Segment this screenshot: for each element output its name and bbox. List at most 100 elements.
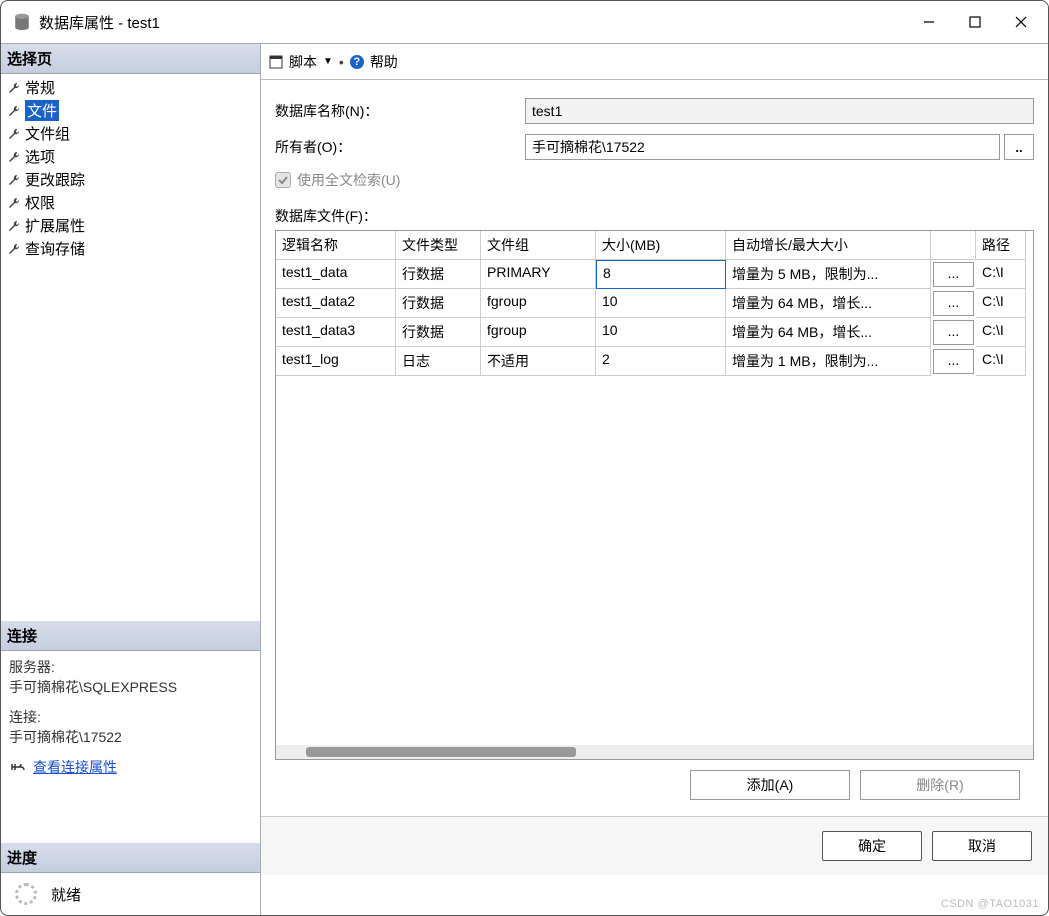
wrench-icon: [7, 173, 21, 187]
sidebar-page-item[interactable]: 文件组: [1, 122, 260, 145]
grid-cell[interactable]: fgroup: [481, 318, 596, 347]
grid-cell[interactable]: 行数据: [396, 289, 481, 318]
wrench-icon: [7, 242, 21, 256]
wrench-icon: [7, 196, 21, 210]
sidebar: 选择页 常规文件文件组选项更改跟踪权限扩展属性查询存储 连接 服务器: 手可摘棉…: [1, 44, 261, 915]
page-label: 选项: [25, 146, 55, 167]
maximize-button[interactable]: [952, 1, 998, 43]
script-icon: [269, 55, 283, 69]
grid-cell[interactable]: PRIMARY: [481, 260, 596, 289]
server-value: 手可摘棉花\SQLEXPRESS: [9, 677, 252, 697]
progress-header: 进度: [1, 843, 260, 873]
fulltext-checkbox: [275, 172, 291, 188]
close-button[interactable]: [998, 1, 1044, 43]
main-pane: 脚本 ▼ • ? 帮助 数据库名称(N)： test1 所有者(O)： 手可摘棉…: [261, 44, 1048, 915]
minimize-button[interactable]: [906, 1, 952, 43]
grid-cell[interactable]: 增量为 64 MB，增长...: [726, 318, 931, 347]
page-label: 扩展属性: [25, 215, 85, 236]
grid-cell[interactable]: 8: [596, 260, 726, 289]
growth-edit-button[interactable]: ...: [933, 349, 974, 374]
files-grid[interactable]: 逻辑名称文件类型文件组大小(MB)自动增长/最大大小 路径 test1_data行数…: [275, 230, 1034, 760]
files-label: 数据库文件(F)：: [275, 206, 1034, 226]
grid-header[interactable]: 文件类型: [396, 231, 481, 260]
grid-header[interactable]: 逻辑名称: [276, 231, 396, 260]
server-label: 服务器:: [9, 657, 252, 677]
pages-header: 选择页: [1, 44, 260, 74]
watermark: CSDN @TAO1031: [941, 898, 1039, 910]
grid-hscrollbar[interactable]: [276, 745, 1033, 759]
grid-header[interactable]: [931, 231, 976, 260]
owner-browse-button[interactable]: ..: [1004, 134, 1034, 160]
grid-cell[interactable]: 行数据: [396, 318, 481, 347]
grid-cell[interactable]: 日志: [396, 347, 481, 376]
page-label: 更改跟踪: [25, 169, 85, 190]
growth-edit-button[interactable]: ...: [933, 262, 974, 287]
pages-list: 常规文件文件组选项更改跟踪权限扩展属性查询存储: [1, 74, 260, 268]
grid-cell[interactable]: fgroup: [481, 289, 596, 318]
grid-header[interactable]: 文件组: [481, 231, 596, 260]
grid-cell[interactable]: 增量为 1 MB，限制为...: [726, 347, 931, 376]
grid-cell[interactable]: 增量为 64 MB，增长...: [726, 289, 931, 318]
ok-button[interactable]: 确定: [822, 831, 922, 861]
grid-cell[interactable]: C:\I: [976, 260, 1026, 289]
sidebar-page-item[interactable]: 权限: [1, 191, 260, 214]
owner-field[interactable]: 手可摘棉花\17522: [525, 134, 1000, 160]
wrench-icon: [7, 219, 21, 233]
dialog-window: 数据库属性 - test1 选择页 常规文件文件组选项更改跟踪权限扩展属性查询存…: [0, 0, 1049, 916]
conn-label: 连接:: [9, 707, 252, 727]
progress-text: 就绪: [51, 884, 81, 905]
grid-cell[interactable]: test1_log: [276, 347, 396, 376]
sidebar-page-item[interactable]: 扩展属性: [1, 214, 260, 237]
growth-edit-button[interactable]: ...: [933, 320, 974, 345]
help-icon: ?: [350, 55, 364, 69]
grid-cell[interactable]: 10: [596, 289, 726, 318]
grid-cell[interactable]: C:\I: [976, 289, 1026, 318]
spinner-icon: [15, 883, 37, 905]
grid-cell[interactable]: C:\I: [976, 318, 1026, 347]
page-label: 文件组: [25, 123, 70, 144]
grid-header[interactable]: 自动增长/最大大小: [726, 231, 931, 260]
help-button[interactable]: 帮助: [370, 52, 398, 72]
page-label: 文件: [25, 100, 59, 121]
plug-icon: [9, 760, 27, 774]
grid-cell[interactable]: 2: [596, 347, 726, 376]
script-button[interactable]: 脚本: [289, 52, 317, 72]
grid-cell[interactable]: test1_data2: [276, 289, 396, 318]
growth-edit-button[interactable]: ...: [933, 291, 974, 316]
toolbar: 脚本 ▼ • ? 帮助: [261, 44, 1048, 80]
grid-cell[interactable]: 增量为 5 MB，限制为...: [726, 260, 931, 289]
page-label: 常规: [25, 77, 55, 98]
cancel-button[interactable]: 取消: [932, 831, 1032, 861]
wrench-icon: [7, 104, 21, 118]
sidebar-page-item[interactable]: 选项: [1, 145, 260, 168]
grid-cell[interactable]: 行数据: [396, 260, 481, 289]
window-title: 数据库属性 - test1: [39, 12, 906, 33]
grid-header[interactable]: 大小(MB): [596, 231, 726, 260]
grid-cell[interactable]: 不适用: [481, 347, 596, 376]
wrench-icon: [7, 81, 21, 95]
db-name-label: 数据库名称(N)：: [275, 101, 525, 121]
script-dropdown-icon[interactable]: ▼: [323, 56, 333, 67]
sidebar-page-item[interactable]: 常规: [1, 76, 260, 99]
sidebar-page-item[interactable]: 文件: [1, 99, 260, 122]
sidebar-page-item[interactable]: 更改跟踪: [1, 168, 260, 191]
titlebar: 数据库属性 - test1: [1, 1, 1048, 43]
grid-cell[interactable]: test1_data3: [276, 318, 396, 347]
grid-cell[interactable]: 10: [596, 318, 726, 347]
fulltext-label: 使用全文检索(U): [297, 170, 400, 190]
view-conn-props-link[interactable]: 查看连接属性: [33, 757, 117, 777]
grid-header[interactable]: 路径: [976, 231, 1026, 260]
remove-button: 删除(R): [860, 770, 1020, 800]
page-label: 权限: [25, 192, 55, 213]
db-name-field: test1: [525, 98, 1034, 124]
database-icon: [13, 13, 31, 31]
page-label: 查询存储: [25, 238, 85, 259]
conn-header: 连接: [1, 621, 260, 651]
conn-value: 手可摘棉花\17522: [9, 727, 252, 747]
owner-label: 所有者(O)：: [275, 137, 525, 157]
grid-cell[interactable]: C:\I: [976, 347, 1026, 376]
grid-cell[interactable]: test1_data: [276, 260, 396, 289]
add-button[interactable]: 添加(A): [690, 770, 850, 800]
wrench-icon: [7, 127, 21, 141]
sidebar-page-item[interactable]: 查询存储: [1, 237, 260, 260]
